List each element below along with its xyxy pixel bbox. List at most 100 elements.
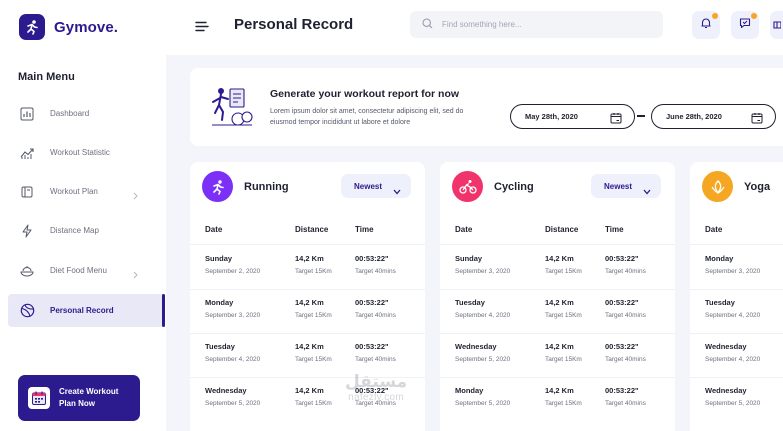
- row-distance: 14,2 Km: [545, 342, 574, 351]
- row-target-time: Target 40mins: [355, 268, 396, 275]
- row-divider: [190, 244, 425, 245]
- row-time: 00:53:22": [605, 298, 639, 307]
- page-title: Personal Record: [234, 16, 354, 33]
- date-range-separator: [637, 115, 645, 117]
- row-distance: 14,2 Km: [295, 298, 324, 307]
- brand-logo[interactable]: Gymove.: [19, 14, 118, 40]
- row-date: September 4, 2020: [705, 312, 761, 319]
- column-header-time: Time: [355, 225, 374, 234]
- row-time: 00:53:22": [605, 386, 639, 395]
- trend-line-icon: [19, 145, 35, 161]
- chevron-down-icon: [393, 182, 401, 200]
- yoga-icon: [702, 171, 733, 202]
- sidebar-item-diet-food-menu[interactable]: Diet Food Menu: [8, 254, 164, 287]
- notification-button[interactable]: [692, 11, 720, 39]
- sidebar-item-distance-map[interactable]: Distance Map: [8, 214, 164, 247]
- row-date: September 4, 2020: [205, 356, 261, 363]
- sidebar-item-workout-plan[interactable]: Workout Plan: [8, 175, 164, 208]
- sidebar-item-dashboard[interactable]: Dashboard: [8, 97, 164, 130]
- report-description: Lorem ipsum dolor sit amet, consectetur …: [270, 108, 464, 126]
- row-target-distance: Target 15Km: [295, 400, 332, 407]
- row-divider: [190, 289, 425, 290]
- row-divider: [690, 289, 783, 290]
- chevron-down-icon: [643, 182, 651, 200]
- chat-icon: [739, 16, 751, 34]
- row-target-distance: Target 15Km: [545, 312, 582, 319]
- sort-dropdown[interactable]: Newest: [341, 174, 411, 198]
- row-divider: [440, 377, 675, 378]
- activity-name: Running: [244, 180, 289, 193]
- date-to-picker[interactable]: June 28th, 2020: [651, 104, 776, 129]
- row-target-time: Target 40mins: [605, 312, 646, 319]
- sidebar-item-personal-record[interactable]: Personal Record: [8, 294, 164, 327]
- row-date: September 5, 2020: [455, 356, 511, 363]
- row-date: September 5, 2020: [455, 400, 511, 407]
- column-header-date: Date: [205, 225, 223, 234]
- row-time: 00:53:22": [355, 298, 389, 307]
- row-divider: [440, 244, 675, 245]
- row-divider: [690, 333, 783, 334]
- search-icon: [422, 16, 433, 34]
- row-day: Wednesday: [705, 386, 747, 395]
- watermark-script: مستقل: [345, 372, 408, 392]
- search-input[interactable]: [442, 20, 642, 29]
- messages-button[interactable]: [731, 11, 759, 39]
- row-time: 00:53:22": [605, 342, 639, 351]
- cta-label: Create Workout Plan Now: [59, 387, 119, 408]
- sidebar-item-label: Workout Statistic: [50, 148, 110, 157]
- row-time: 00:53:22": [605, 254, 639, 263]
- sidebar-item-workout-statistic[interactable]: Workout Statistic: [8, 136, 164, 169]
- row-date: September 5, 2020: [205, 400, 261, 407]
- date-from-picker[interactable]: May 28th, 2020: [510, 104, 635, 129]
- row-target-distance: Target 15Km: [295, 268, 332, 275]
- row-divider: [440, 289, 675, 290]
- row-day: Wednesday: [205, 386, 247, 395]
- row-day: Sunday: [205, 254, 233, 263]
- row-distance: 14,2 Km: [545, 254, 574, 263]
- menu-title: Main Menu: [18, 71, 75, 83]
- activity-card-cycling: Cycling Newest Date Distance Time Sunday…: [440, 162, 675, 431]
- lightning-icon: [19, 223, 35, 239]
- row-day: Tuesday: [705, 298, 735, 307]
- report-card: Generate your workout report for now Lor…: [190, 68, 783, 146]
- sort-value: Newest: [604, 181, 633, 191]
- bar-chart-icon: [19, 106, 35, 122]
- sort-dropdown[interactable]: Newest: [591, 174, 661, 198]
- column-header-time: Time: [605, 225, 624, 234]
- row-date: September 3, 2020: [205, 312, 261, 319]
- sidebar-item-label: Diet Food Menu: [50, 266, 107, 275]
- activity-card-yoga: Yoga Date Monday September 3, 2020 Tuesd…: [690, 162, 783, 431]
- column-header-date: Date: [705, 225, 723, 234]
- row-target-distance: Target 15Km: [545, 356, 582, 363]
- column-header-distance: Distance: [295, 225, 329, 234]
- column-header-distance: Distance: [545, 225, 579, 234]
- row-target-distance: Target 15Km: [295, 356, 332, 363]
- row-distance: 14,2 Km: [295, 386, 324, 395]
- column-header-date: Date: [455, 225, 473, 234]
- row-target-time: Target 40mins: [605, 400, 646, 407]
- row-day: Monday: [705, 254, 734, 263]
- row-date: September 4, 2020: [455, 312, 511, 319]
- row-day: Monday: [455, 386, 484, 395]
- row-target-distance: Target 15Km: [545, 400, 582, 407]
- watermark-site: nafezly.com: [348, 392, 405, 403]
- row-day: Monday: [205, 298, 234, 307]
- food-bowl-icon: [19, 263, 35, 279]
- row-time: 00:53:22": [355, 254, 389, 263]
- notebook-icon: [19, 184, 35, 200]
- row-day: Wednesday: [455, 342, 497, 351]
- row-day: Wednesday: [705, 342, 747, 351]
- bell-icon: [700, 16, 712, 34]
- more-header-button[interactable]: [770, 11, 783, 39]
- row-target-distance: Target 15Km: [295, 312, 332, 319]
- create-workout-plan-button[interactable]: Create Workout Plan Now: [18, 375, 140, 421]
- row-target-distance: Target 15Km: [545, 268, 582, 275]
- row-distance: 14,2 Km: [295, 342, 324, 351]
- cycling-icon: [452, 171, 483, 202]
- gift-icon: [772, 16, 782, 34]
- calendar-icon: [28, 387, 50, 409]
- search-bar[interactable]: [410, 11, 663, 38]
- sidebar-item-label: Distance Map: [50, 226, 99, 235]
- hamburger-menu-icon[interactable]: [195, 19, 209, 37]
- row-divider: [690, 377, 783, 378]
